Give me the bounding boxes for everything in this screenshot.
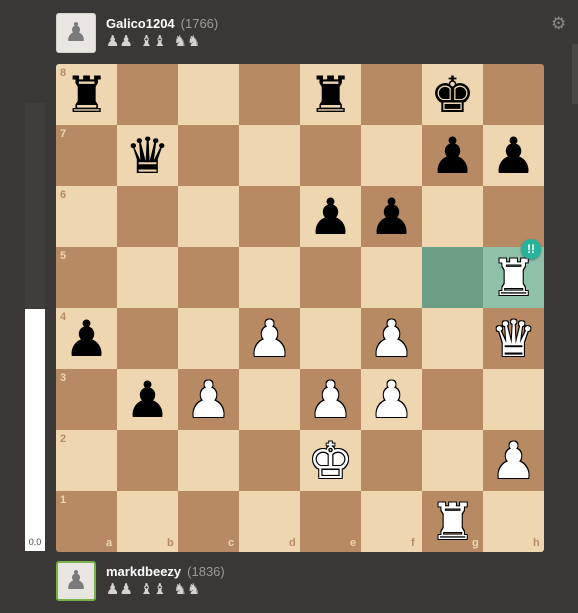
- square-b5[interactable]: [117, 247, 178, 308]
- side-panel-edge: [572, 44, 578, 104]
- black-rook-e8-icon[interactable]: ♜: [300, 64, 361, 125]
- black-pawn-e6-icon[interactable]: ♟: [300, 186, 361, 247]
- file-label-e: e: [350, 537, 357, 549]
- square-d5[interactable]: [239, 247, 300, 308]
- square-c4[interactable]: [178, 308, 239, 369]
- square-g2[interactable]: [422, 430, 483, 491]
- rank-label-5: 5: [60, 250, 67, 262]
- black-king-g8-icon[interactable]: ♚: [422, 64, 483, 125]
- rank-label-6: 6: [60, 189, 67, 201]
- captured-bishops-icon: ♝♝: [139, 32, 167, 50]
- square-b8[interactable]: [117, 64, 178, 125]
- bottom-player-panel: ♟ markdbeezy (1836) ♟♟ ♝♝ ♞♞: [56, 561, 536, 601]
- pawn-icon: ♟: [64, 566, 88, 596]
- rank-label-2: 2: [60, 433, 67, 445]
- top-player-avatar[interactable]: ♟: [56, 13, 96, 53]
- top-player-panel: ♟ Galico1204 (1766) ♟♟ ♝♝ ♞♞: [56, 13, 536, 53]
- rank-label-7: 7: [60, 128, 67, 140]
- black-rook-a8-icon[interactable]: ♜: [56, 64, 117, 125]
- file-label-b: b: [167, 537, 174, 549]
- square-e4[interactable]: [300, 308, 361, 369]
- evaluation-bar-white-fill: [25, 309, 45, 551]
- square-g3[interactable]: [422, 369, 483, 430]
- top-player-name[interactable]: Galico1204: [106, 16, 175, 31]
- square-d6[interactable]: [239, 186, 300, 247]
- white-pawn-d4-icon[interactable]: ♟: [239, 308, 300, 369]
- bottom-player-avatar[interactable]: ♟: [56, 561, 96, 601]
- square-h8[interactable]: [483, 64, 544, 125]
- rank-label-1: 1: [60, 494, 67, 506]
- black-pawn-h7-icon[interactable]: ♟: [483, 125, 544, 186]
- captured-knights-icon: ♞♞: [173, 580, 201, 598]
- white-rook-g1-icon[interactable]: ♜: [422, 491, 483, 552]
- file-label-a: a: [106, 537, 113, 549]
- square-g6[interactable]: [422, 186, 483, 247]
- black-pawn-g7-icon[interactable]: ♟: [422, 125, 483, 186]
- black-pawn-b3-icon[interactable]: ♟: [117, 369, 178, 430]
- bottom-player-captured-pieces: ♟♟ ♝♝ ♞♞: [106, 580, 202, 598]
- file-label-d: d: [289, 537, 296, 549]
- square-h3[interactable]: [483, 369, 544, 430]
- rank-label-3: 3: [60, 372, 67, 384]
- square-e5[interactable]: [300, 247, 361, 308]
- square-f8[interactable]: [361, 64, 422, 125]
- square-c8[interactable]: [178, 64, 239, 125]
- captured-pawns-icon: ♟♟: [106, 32, 133, 50]
- black-pawn-f6-icon[interactable]: ♟: [361, 186, 422, 247]
- square-d8[interactable]: [239, 64, 300, 125]
- brilliant-move-badge: !!: [521, 239, 541, 259]
- white-queen-h4-icon[interactable]: ♛: [483, 308, 544, 369]
- square-g4[interactable]: [422, 308, 483, 369]
- square-h6[interactable]: [483, 186, 544, 247]
- white-pawn-f4-icon[interactable]: ♟: [361, 308, 422, 369]
- square-b2[interactable]: [117, 430, 178, 491]
- white-pawn-h2-icon[interactable]: ♟: [483, 430, 544, 491]
- evaluation-score: 0.0: [28, 537, 42, 547]
- white-pawn-e3-icon[interactable]: ♟: [300, 369, 361, 430]
- top-player-rating: (1766): [180, 16, 219, 31]
- evaluation-bar: 0.0: [25, 103, 45, 551]
- bottom-player-rating: (1836): [187, 564, 225, 579]
- square-e7[interactable]: [300, 125, 361, 186]
- square-c2[interactable]: [178, 430, 239, 491]
- file-label-h: h: [533, 537, 540, 549]
- square-c7[interactable]: [178, 125, 239, 186]
- white-pawn-c3-icon[interactable]: ♟: [178, 369, 239, 430]
- top-player-name-row: Galico1204 (1766): [106, 16, 218, 31]
- square-d2[interactable]: [239, 430, 300, 491]
- captured-knights-icon: ♞♞: [173, 32, 201, 50]
- square-c6[interactable]: [178, 186, 239, 247]
- black-queen-b7-icon[interactable]: ♛: [117, 125, 178, 186]
- square-d7[interactable]: [239, 125, 300, 186]
- square-b6[interactable]: [117, 186, 178, 247]
- captured-pawns-icon: ♟♟: [106, 580, 133, 598]
- bottom-player-name-row: markdbeezy (1836): [106, 564, 225, 579]
- file-label-c: c: [228, 537, 235, 549]
- square-g5[interactable]: [422, 247, 483, 308]
- square-f2[interactable]: [361, 430, 422, 491]
- chess-board[interactable]: 8 7 6 5 4 3 2 1 a b c d e f g h ♜ ♜ ♚ ♛ ♟ ♟ ♟ ♟ ♜ ♟ ♟ ♟ ♛ ♟ ♟ ♟ ♟ ♚ ♟ ♜!!: [56, 64, 544, 552]
- pawn-icon: ♟: [64, 18, 88, 48]
- gear-icon[interactable]: ⚙: [551, 16, 566, 33]
- white-pawn-f3-icon[interactable]: ♟: [361, 369, 422, 430]
- captured-bishops-icon: ♝♝: [139, 580, 167, 598]
- square-f7[interactable]: [361, 125, 422, 186]
- bottom-player-name[interactable]: markdbeezy: [106, 564, 181, 579]
- square-b4[interactable]: [117, 308, 178, 369]
- square-f5[interactable]: [361, 247, 422, 308]
- square-d3[interactable]: [239, 369, 300, 430]
- square-c5[interactable]: [178, 247, 239, 308]
- file-label-f: f: [411, 537, 415, 549]
- black-pawn-a4-icon[interactable]: ♟: [56, 308, 117, 369]
- white-king-e2-icon[interactable]: ♚: [300, 430, 361, 491]
- top-player-captured-pieces: ♟♟ ♝♝ ♞♞: [106, 32, 202, 50]
